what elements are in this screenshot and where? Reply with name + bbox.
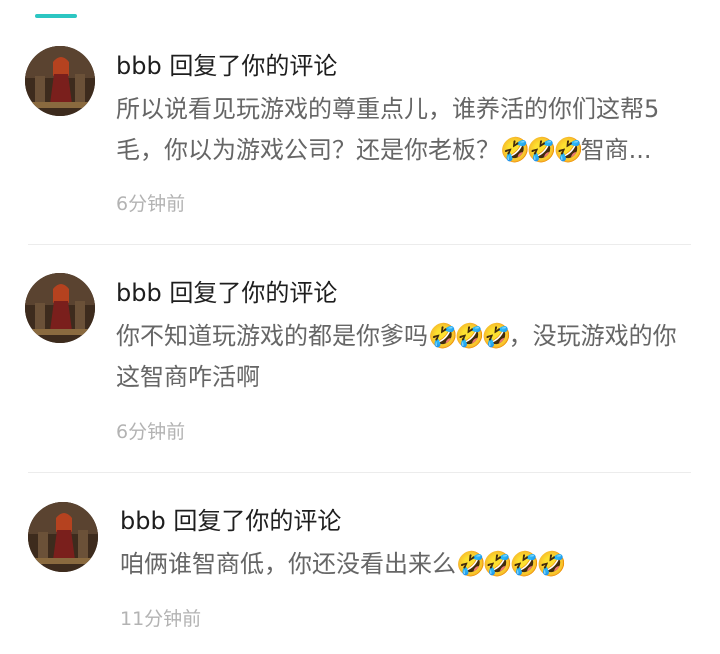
username[interactable]: bbb: [116, 279, 162, 307]
username[interactable]: bbb: [120, 507, 166, 535]
laugh-cry-emoji-icon: 🤣🤣🤣🤣: [456, 550, 567, 578]
action-text: 回复了你的评论: [173, 507, 342, 535]
avatar[interactable]: [25, 273, 95, 343]
comment-title: bbb 回复了你的评论: [116, 51, 337, 81]
timestamp: 11分钟前: [120, 608, 202, 630]
avatar[interactable]: [25, 46, 95, 116]
action-text: 回复了你的评论: [169, 52, 338, 80]
divider: [28, 472, 691, 473]
avatar[interactable]: [28, 502, 98, 572]
tab-indicator: [35, 14, 77, 18]
comment-title: bbb 回复了你的评论: [120, 506, 341, 536]
comment-text: 所以说看见玩游戏的尊重点儿，谁养活的你们这帮5毛，你以为游戏公司？还是你老板？🤣…: [116, 95, 660, 164]
comment-text: 你不知道玩游戏的都是你爹吗🤣🤣🤣，没玩游戏的你这智商咋活啊: [116, 322, 677, 391]
timestamp: 6分钟前: [116, 421, 186, 443]
timestamp: 6分钟前: [116, 193, 186, 215]
action-text: 回复了你的评论: [169, 279, 338, 307]
laugh-cry-emoji-icon: 🤣🤣🤣: [500, 136, 584, 164]
comment-text: 咱俩谁智商低，你还没看出来么🤣🤣🤣🤣: [120, 550, 567, 578]
divider: [28, 244, 691, 245]
username[interactable]: bbb: [116, 52, 162, 80]
laugh-cry-emoji-icon: 🤣🤣🤣: [428, 322, 512, 350]
comment-title: bbb 回复了你的评论: [116, 278, 337, 308]
